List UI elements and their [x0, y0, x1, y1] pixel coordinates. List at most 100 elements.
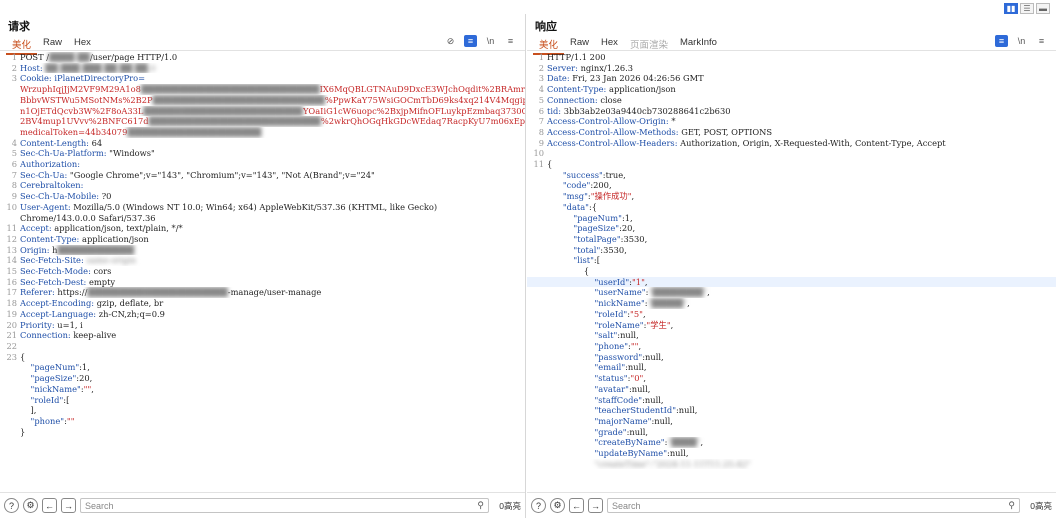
newline-icon[interactable]: \n [1015, 35, 1028, 47]
line-content: Priority: u=1, i [20, 320, 525, 331]
code-token: "████████" [648, 287, 708, 298]
response-line: "userName":"████████", [527, 287, 1056, 298]
request-line: 1 POST /████ ██/user/page HTTP/1.0 [0, 52, 525, 63]
line-content: ], [20, 405, 525, 416]
code-token: █████████████████████████ [143, 105, 303, 116]
prev-arrow-icon[interactable]: ← [42, 498, 57, 513]
line-number: 4 [538, 84, 544, 95]
response-line: "updateByName":null, [527, 448, 1056, 459]
help-icon[interactable]: ? [4, 498, 19, 513]
line-content: "pageNum":1, [20, 362, 525, 373]
line-content: Host: ██ ███ ███ ██ ██ ██.0 [20, 63, 525, 74]
code-token: POST / [20, 52, 50, 62]
line-content: Cerebraltoken: [20, 180, 525, 191]
code-token: "avatar" [547, 383, 629, 394]
response-line: "teacherStudentId":null, [527, 405, 1056, 416]
code-token: Referer: [20, 287, 58, 298]
code-token: "salt" [547, 330, 618, 341]
line-content: Authorization: [20, 159, 525, 170]
request-line: "phone":"" [0, 416, 525, 427]
response-editor[interactable]: 1 HTTP/1.1 200 2 Server: nginx/1.26.3 3 Date:… [527, 52, 1056, 492]
line-number [527, 384, 547, 395]
code-token: Sec-Ch-Ua-Platform: [20, 148, 110, 159]
next-arrow-icon[interactable]: → [588, 498, 603, 513]
line-content: "salt":null, [547, 330, 1056, 341]
line-number: 5 [11, 148, 17, 159]
line-number: 7 [11, 169, 17, 180]
code-token: Sec-Ch-Ua-Mobile: [20, 191, 102, 202]
request-line: 22 [0, 341, 525, 352]
code-token: Accept-Encoding: [20, 298, 97, 309]
response-line: 4 Content-Type: application/json [527, 84, 1056, 95]
match-count: 0高亮 [1030, 500, 1052, 511]
response-search-input[interactable]: Search ⚲ [607, 498, 1020, 513]
line-content: "userId":"1", [547, 277, 1056, 288]
next-arrow-icon[interactable]: → [61, 498, 76, 513]
response-line: "phone":"", [527, 341, 1056, 352]
wrap-toggle-icon[interactable]: ≡ [995, 35, 1008, 47]
code-token: :null, [628, 383, 651, 394]
settings-gear-icon[interactable]: ⚙ [550, 498, 565, 513]
line-number: 16 [6, 276, 17, 287]
line-number: 22 [6, 340, 17, 351]
settings-gear-icon[interactable]: ⚙ [23, 498, 38, 513]
line-content: Sec-Ch-Ua-Mobile: ?0 [20, 191, 525, 202]
code-token: "█████" [647, 298, 688, 309]
code-token: keep-alive [73, 330, 117, 341]
request-line: 16 Sec-Fetch-Dest: empty [0, 277, 525, 288]
code-token: :1, [621, 212, 633, 223]
wrap-toggle-icon[interactable]: ≡ [464, 35, 477, 47]
request-search-input[interactable]: Search ⚲ [80, 498, 489, 513]
code-token: Content-Length: [20, 137, 92, 148]
line-number: 2 [11, 62, 17, 73]
code-token: "0" [630, 373, 644, 384]
search-icon[interactable]: ⚲ [1008, 500, 1015, 511]
request-editor[interactable]: 1 POST /████ ██/user/page HTTP/1.0 2 Host: … [0, 52, 525, 492]
code-token: { [547, 266, 590, 277]
line-content: "total":3530, [547, 245, 1056, 256]
split-columns-icon[interactable]: ▮▮ [1004, 3, 1018, 14]
line-content: "pageSize":20, [547, 223, 1056, 234]
code-token: ████ ██ [49, 52, 90, 62]
code-token: "email" [547, 362, 626, 373]
line-content: "email":null, [547, 362, 1056, 373]
line-number [527, 459, 547, 470]
code-token: https:// [57, 287, 88, 298]
match-count: 0高亮 [499, 500, 521, 511]
line-content: "teacherStudentId":null, [547, 405, 1056, 416]
newline-icon[interactable]: \n [484, 35, 497, 47]
code-token: "success" [547, 169, 603, 180]
response-line: { [527, 266, 1056, 277]
line-content: Accept: application/json, text/plain, */… [20, 223, 525, 234]
line-content [20, 341, 525, 352]
code-token: Fri, 23 Jan 2026 04:26:56 GMT [572, 73, 704, 84]
code-token: "list" [547, 255, 594, 266]
line-content: "roleId":[ [20, 395, 525, 406]
split-rows-icon[interactable]: ☰ [1020, 3, 1034, 14]
menu-icon[interactable]: ≡ [1035, 35, 1048, 47]
request-pane: 请求 美化 Raw Hex ⊘ ≡ \n ≡ 1 POST /████ ██/us… [0, 14, 526, 518]
response-line: 11{ [527, 159, 1056, 170]
prev-arrow-icon[interactable]: ← [569, 498, 584, 513]
line-number: 9 [538, 137, 544, 148]
request-footer: ? ⚙ ← → Search ⚲ 0高亮 [0, 492, 525, 518]
request-line: 11 Accept: application/json, text/plain, … [0, 223, 525, 234]
line-number [527, 245, 547, 256]
response-line: "avatar":null, [527, 384, 1056, 395]
code-token: "pageSize" [20, 373, 77, 384]
request-title: 请求 [8, 21, 30, 33]
code-token: "staffCode" [547, 394, 643, 405]
line-content: medicalToken=44b34079███████████████████… [20, 127, 525, 138]
line-content: "grade":null, [547, 427, 1056, 438]
line-content: Referer: https://██████████████████████-… [20, 287, 525, 298]
menu-icon[interactable]: ≡ [504, 35, 517, 47]
code-token: Access-Control-Allow-Headers: [547, 137, 681, 148]
code-token: :"2024-11-11T11:25:42" [649, 458, 751, 469]
search-icon[interactable]: ⚲ [477, 500, 484, 511]
request-tools: ⊘ ≡ \n ≡ [444, 35, 517, 47]
line-number: 21 [6, 330, 17, 341]
hide-eye-icon[interactable]: ⊘ [444, 35, 457, 47]
single-pane-icon[interactable]: ▬ [1036, 3, 1050, 14]
line-content: Access-Control-Allow-Headers: Authorizat… [547, 138, 1056, 149]
help-icon[interactable]: ? [531, 498, 546, 513]
